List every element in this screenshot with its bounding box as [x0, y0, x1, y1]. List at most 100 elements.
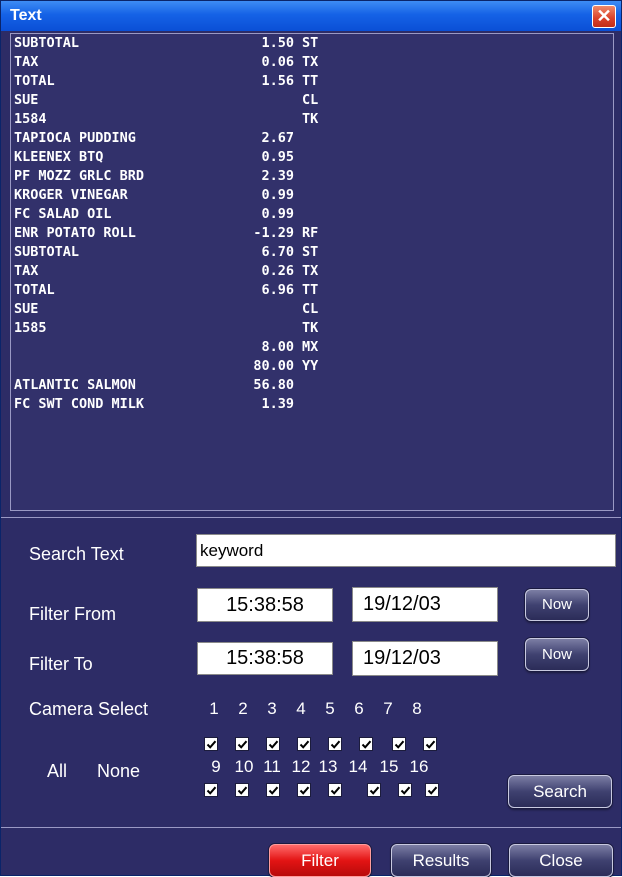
filter-to-date-field[interactable] — [352, 641, 498, 676]
receipt-item-code — [302, 205, 342, 224]
receipt-item-amount: 6.96 — [261, 282, 294, 298]
receipt-item-amount — [224, 110, 302, 129]
receipt-line: TOTAL 1.56 TT — [11, 72, 613, 91]
close-button[interactable]: Close — [509, 844, 613, 877]
receipt-item-code: CL — [302, 92, 319, 108]
camera-checkbox[interactable] — [297, 737, 311, 751]
receipt-item-name: PF MOZZ GRLC BRD — [14, 168, 145, 184]
filter-to-time-input[interactable] — [198, 643, 332, 674]
receipt-line: 1585 TK — [11, 319, 613, 338]
receipt-item-name: SUBTOTAL — [14, 35, 80, 51]
receipt-item-code: ST — [302, 35, 319, 51]
receipt-item-code: TT — [302, 73, 319, 89]
receipt-line: KROGER VINEGAR 0.99 — [11, 186, 613, 205]
receipt-item-code — [302, 376, 342, 395]
camera-number: 13 — [318, 757, 338, 776]
camera-number: 1 — [209, 699, 219, 718]
camera-number: 3 — [267, 699, 277, 718]
camera-checkbox[interactable] — [425, 783, 439, 797]
receipt-item-code — [302, 167, 342, 186]
receipt-item-code: RF — [302, 225, 319, 241]
receipt-line: TAX 0.06 TX — [11, 53, 613, 72]
filter-to-label: Filter To — [29, 654, 93, 674]
filter-from-time-input[interactable] — [198, 589, 332, 621]
receipt-item-amount: 1.56 — [261, 73, 294, 89]
receipt-text-panel[interactable]: SUBTOTAL 1.50 ST TAX 0.06 TX TOTAL 1.56 TT SUE CL 1… — [10, 33, 614, 511]
camera-number: 5 — [325, 699, 335, 718]
receipt-line: 1584 TK — [11, 110, 613, 129]
camera-checkbox[interactable] — [423, 737, 437, 751]
filter-from-now-button[interactable]: Now — [525, 589, 589, 621]
search-text-input[interactable] — [197, 535, 615, 566]
receipt-line: 80.00 YY — [11, 357, 613, 376]
camera-number: 6 — [354, 699, 364, 718]
receipt-item-amount — [224, 319, 302, 338]
filter-from-label: Filter From — [29, 604, 116, 624]
receipt-item-name: KROGER VINEGAR — [14, 187, 128, 203]
filter-from-date-input[interactable] — [353, 588, 497, 621]
close-window-button[interactable]: ✕ — [592, 5, 616, 28]
receipt-line: TOTAL 6.96 TT — [11, 281, 613, 300]
camera-checkbox[interactable] — [398, 783, 412, 797]
receipt-item-name: TAPIOCA PUDDING — [14, 130, 136, 146]
receipt-item-code — [302, 129, 342, 148]
panel-divider — [1, 517, 621, 518]
filter-from-time-field[interactable] — [197, 588, 333, 622]
camera-checkbox[interactable] — [367, 783, 381, 797]
receipt-line: SUE CL — [11, 300, 613, 319]
receipt-item-code — [302, 395, 342, 414]
camera-checkbox[interactable] — [266, 783, 280, 797]
receipt-item-amount: 2.67 — [261, 130, 294, 146]
filter-to-time-field[interactable] — [197, 642, 333, 675]
receipt-line: ENR POTATO ROLL -1.29 RF — [11, 224, 613, 243]
receipt-item-amount: 0.06 — [261, 54, 294, 70]
receipt-line: PF MOZZ GRLC BRD 2.39 — [11, 167, 613, 186]
receipt-line: SUBTOTAL 1.50 ST — [11, 34, 613, 53]
camera-checkbox[interactable] — [235, 737, 249, 751]
filter-from-date-field[interactable] — [352, 587, 498, 622]
receipt-item-name: TOTAL — [14, 282, 55, 298]
receipt-item-amount: 80.00 — [253, 358, 294, 374]
filter-to-date-input[interactable] — [353, 642, 497, 675]
select-no-cameras[interactable]: None — [97, 761, 140, 782]
search-text-field[interactable] — [196, 534, 616, 567]
receipt-line: FC SALAD OIL 0.99 — [11, 205, 613, 224]
camera-checkbox[interactable] — [359, 737, 373, 751]
filter-button[interactable]: Filter — [269, 844, 371, 877]
text-search-window: Text ✕ SUBTOTAL 1.50 ST TAX 0.06 TX TOTAL 1.56 T… — [0, 0, 622, 877]
camera-checkbox[interactable] — [235, 783, 249, 797]
receipt-line: 8.00 MX — [11, 338, 613, 357]
receipt-item-amount: 6.70 — [261, 244, 294, 260]
camera-checkbox[interactable] — [266, 737, 280, 751]
camera-number: 16 — [409, 757, 429, 776]
camera-number: 9 — [211, 757, 221, 776]
receipt-item-name: 1584 — [14, 111, 47, 127]
search-button[interactable]: Search — [508, 775, 612, 808]
receipt-item-code: CL — [302, 301, 319, 317]
title-bar: Text ✕ — [1, 1, 621, 31]
receipt-item-code — [302, 186, 342, 205]
receipt-item-code: TX — [302, 54, 319, 70]
camera-checkbox[interactable] — [328, 783, 342, 797]
receipt-item-name: ATLANTIC SALMON — [14, 377, 136, 393]
results-button[interactable]: Results — [391, 844, 491, 877]
camera-number: 8 — [412, 699, 422, 718]
receipt-item-code: MX — [302, 339, 319, 355]
select-all-cameras[interactable]: All — [47, 761, 67, 782]
receipt-item-name: FC SALAD OIL — [14, 206, 112, 222]
camera-checkbox[interactable] — [392, 737, 406, 751]
camera-checkbox[interactable] — [328, 737, 342, 751]
camera-checkbox[interactable] — [204, 783, 218, 797]
receipt-item-amount: 1.39 — [261, 396, 294, 412]
receipt-item-code — [302, 148, 342, 167]
receipt-item-code: YY — [302, 358, 319, 374]
receipt-item-amount: 8.00 — [261, 339, 294, 355]
receipt-line: TAX 0.26 TX — [11, 262, 613, 281]
receipt-line: KLEENEX BTQ 0.95 — [11, 148, 613, 167]
receipt-item-amount: -1.29 — [253, 225, 294, 241]
camera-checkbox[interactable] — [297, 783, 311, 797]
camera-checkbox[interactable] — [204, 737, 218, 751]
filter-to-now-button[interactable]: Now — [525, 638, 589, 671]
close-icon: ✕ — [596, 6, 612, 26]
receipt-item-name: SUE — [14, 301, 39, 317]
